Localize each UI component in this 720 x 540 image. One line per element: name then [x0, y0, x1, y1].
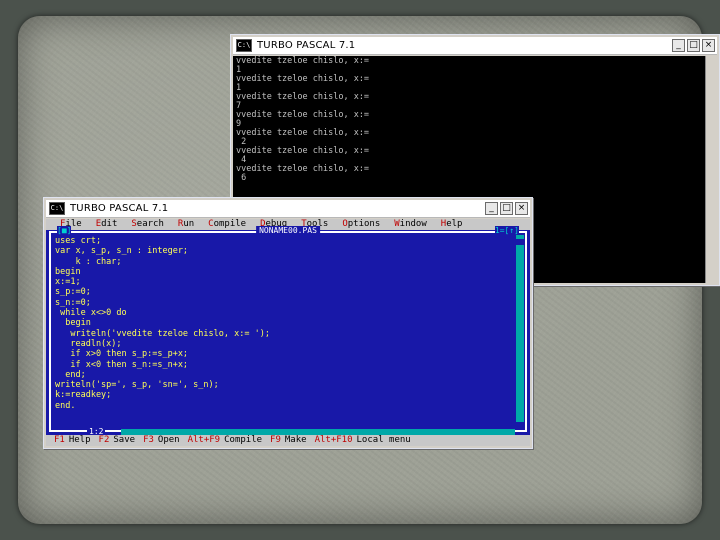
shortcut-key: F1	[54, 435, 65, 445]
menu-label: earch	[136, 219, 164, 229]
code-line: begin	[55, 318, 91, 329]
status-shortcut[interactable]: Alt+F9 Compile	[188, 435, 262, 445]
code-line: readln(x);	[55, 338, 122, 349]
ide-window-controls: _ □ ×	[485, 202, 528, 215]
status-shortcut[interactable]: F9 Make	[270, 435, 307, 445]
shortcut-label: Compile	[224, 435, 263, 445]
editor-vertical-scrollbar[interactable]	[516, 235, 524, 422]
code-line: if x<0 then s_n:=s_n+x;	[55, 359, 189, 370]
menu-item-options[interactable]: Options	[342, 219, 380, 229]
ide-statusbar: F1 Help F2 Save F3 Open Alt+F9 Compile F9 Make Alt…	[46, 435, 530, 446]
status-shortcut[interactable]: F3 Open	[143, 435, 180, 445]
close-icon[interactable]: ×	[702, 39, 715, 52]
minimize-icon[interactable]: _	[485, 202, 498, 215]
menu-item-window[interactable]: Window	[394, 219, 427, 229]
code-line: uses crt;	[55, 236, 102, 246]
menu-item-compile[interactable]: Compile	[208, 219, 246, 229]
status-shortcut[interactable]: F1 Help	[54, 435, 91, 445]
console-line: 6	[236, 173, 247, 183]
console-window-controls: _ □ ×	[672, 39, 715, 52]
status-shortcut[interactable]: F2 Save	[99, 435, 136, 445]
menu-item-edit[interactable]: Edit	[96, 219, 118, 229]
menu-label: un	[183, 219, 195, 229]
editor-close-marker[interactable]: [■]	[57, 226, 72, 236]
console-line: vvedite tzeloe chislo, x:=	[236, 74, 370, 84]
editor-window[interactable]: [■] NONAME00.PAS 1=[↑] uses crt; var x, s…	[49, 226, 527, 437]
ide-screen: File Edit Search Run Compile Debug Tools Option…	[46, 219, 530, 446]
menu-label: dit	[101, 219, 118, 229]
shortcut-key: F3	[143, 435, 154, 445]
maximize-icon[interactable]: □	[687, 39, 700, 52]
code-line: k:=readkey;	[55, 390, 112, 401]
ide-titlebar[interactable]: C:\ TURBO PASCAL 7.1 _ □ ×	[46, 200, 530, 218]
console-line: vvedite tzeloe chislo, x:=	[236, 164, 370, 174]
menu-label: ompile	[213, 219, 247, 229]
console-scrollbar[interactable]	[705, 56, 717, 283]
menu-label: elp	[446, 219, 463, 229]
console-titlebar[interactable]: C:\ TURBO PASCAL 7.1 _ □ ×	[233, 37, 717, 55]
shortcut-label: Open	[157, 435, 180, 445]
code-line: end.	[55, 400, 76, 411]
ide-window-title: TURBO PASCAL 7.1	[70, 203, 169, 214]
code-line: begin	[55, 266, 81, 277]
shortcut-label: Help	[68, 435, 91, 445]
code-line: if x>0 then s_p:=s_p+x;	[55, 349, 189, 360]
code-editor[interactable]: uses crt; var x, s_p, s_n : integer; k : …	[55, 236, 511, 422]
shortcut-label: Local menu	[356, 435, 411, 445]
scrollbar-thumb[interactable]	[516, 239, 524, 245]
console-line: vvedite tzeloe chislo, x:=	[236, 128, 370, 138]
console-line: vvedite tzeloe chislo, x:=	[236, 110, 370, 120]
menu-label: ptions	[347, 219, 381, 229]
shortcut-label: Save	[113, 435, 136, 445]
shortcut-key: Alt+F10	[314, 435, 353, 445]
close-icon[interactable]: ×	[515, 202, 528, 215]
maximize-icon[interactable]: □	[500, 202, 513, 215]
code-line: x:=1;	[55, 277, 81, 288]
code-line: s_p:=0;	[55, 287, 91, 298]
code-line: var x, s_p, s_n : integer;	[55, 246, 189, 257]
shortcut-key: F2	[98, 435, 110, 445]
console-line: vvedite tzeloe chislo, x:=	[236, 56, 370, 66]
console-line: vvedite tzeloe chislo, x:=	[236, 146, 370, 156]
minimize-icon[interactable]: _	[672, 39, 685, 52]
code-line: k : char;	[55, 256, 122, 267]
shortcut-key: Alt+F9	[187, 435, 221, 445]
code-line: writeln('sp=', s_p, 'sn=', s_n);	[55, 380, 219, 391]
menu-label: indow	[399, 219, 427, 229]
editor-filename: NONAME00.PAS	[256, 226, 320, 236]
shortcut-label: Make	[284, 435, 307, 445]
code-line: s_n:=0;	[55, 297, 91, 308]
status-shortcut[interactable]: Alt+F10 Local menu	[315, 435, 411, 445]
code-line: end;	[55, 369, 86, 380]
console-line: vvedite tzeloe chislo, x:=	[236, 92, 370, 102]
console-window-title: TURBO PASCAL 7.1	[257, 40, 356, 51]
console-app-icon: C:\	[236, 39, 252, 52]
menu-item-search[interactable]: Search	[131, 219, 164, 229]
menu-item-run[interactable]: Run	[178, 219, 194, 229]
code-line: writeln('vvedite tzeloe chislo, x:= ');	[55, 328, 270, 339]
code-line: while x<>0 do	[55, 308, 127, 319]
menu-item-help[interactable]: Help	[441, 219, 463, 229]
shortcut-key: F9	[270, 435, 281, 445]
ide-app-icon: C:\	[49, 202, 65, 215]
ide-window[interactable]: C:\ TURBO PASCAL 7.1 _ □ × File Edit Searc…	[43, 197, 533, 449]
